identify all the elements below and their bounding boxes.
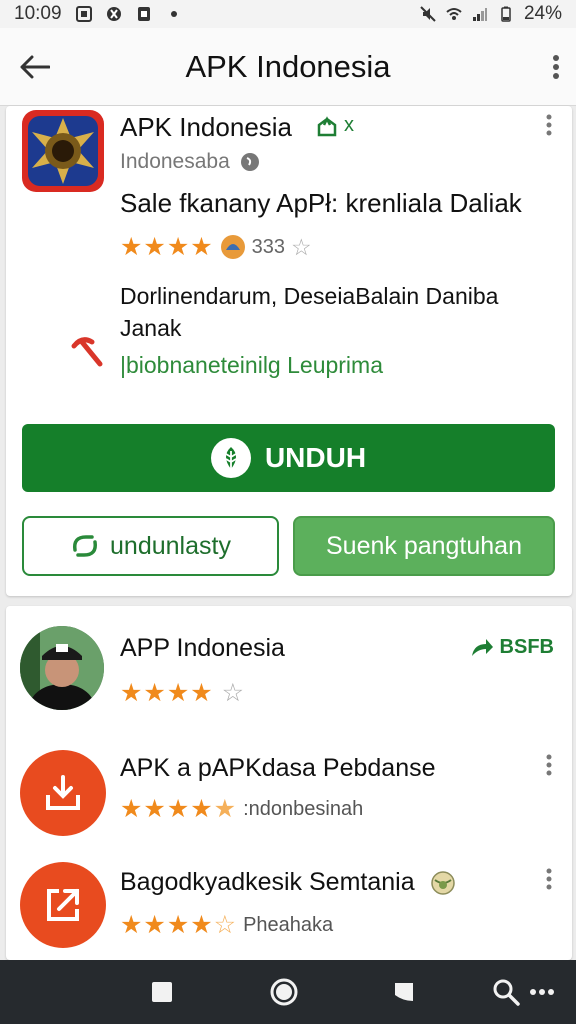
list-item[interactable]: APP Indonesia BSFB ★★★★ ☆ [6,606,572,716]
list-item-subtitle: :ndonbesinah [243,797,364,820]
app-name: APK Indonesia [120,112,293,142]
app-icon[interactable] [22,110,104,192]
file-notification-icon [137,7,150,21]
verified-mark: x [344,114,354,136]
mute-icon [420,6,436,22]
app-link[interactable]: |biobnaneteinilg Leuprima [120,352,383,379]
star-rating: ★★★★☆ [120,911,238,939]
download-button[interactable]: UNDUH [22,424,555,492]
battery-icon [501,6,511,22]
rating-row: ★★★★☆ Pheahaka [120,910,333,940]
list-item-title: Bagodkyadkesik Semtania [120,868,415,896]
empty-star-icon: ☆ [291,233,313,260]
status-time: 10:09 [14,3,62,24]
share-icon [47,889,79,921]
share-app-icon [20,862,106,948]
rating-count: 333 [251,235,286,258]
globe-icon [431,871,455,895]
leaf-icon [210,438,251,478]
pickaxe-icon [71,337,103,367]
developer-row: Indonesaba [120,150,260,174]
star-rating: ★★★★ [120,233,214,261]
star-rating: ★★★★ ☆ [120,679,246,707]
app-bar: APK Indonesia [0,28,576,106]
more-button[interactable] [524,974,560,1010]
developer-name[interactable]: Indonesaba [120,150,230,174]
download-label: UNDUH [264,442,367,473]
card-overflow-button[interactable] [534,110,564,140]
update-label: undunlasty [110,531,231,560]
overflow-menu-button[interactable] [536,28,576,106]
app-notification-icon [106,7,121,21]
status-bar: 10:09 24% [0,0,576,28]
search-icon [493,979,520,1006]
list-item-title: APP Indonesia [120,634,285,662]
avatar [20,626,104,710]
notification-icon [75,6,92,22]
more-vert-icon [553,54,559,79]
app-description: Dorlinendarum, DeseiaBalain Daniba Janak [120,283,499,341]
dot-icon [170,11,177,17]
list-item-title: APK a pAPKdasa Pebdanse [120,754,436,782]
list-item-overflow-button[interactable] [534,750,564,780]
rating-row: ★★★★ 333 ☆ [120,232,313,262]
list-item-subtitle: Pheahaka [243,913,334,936]
circle-icon [270,978,298,1006]
system-nav-bar [0,960,576,1024]
secondary-action-button[interactable]: Suenk pangtuhan [293,516,555,576]
arrow-left-icon [20,55,50,78]
rating-badge-icon [220,235,245,259]
back-nav-button[interactable] [386,974,422,1010]
battery-percent: 24% [523,3,562,24]
badge-label: BSFB [499,636,554,658]
rating-row: ★★★★★ :ndonbesinah [120,794,363,824]
signal-icon [472,8,487,21]
star-rating: ★★★★★ [120,795,238,823]
share-arrow-icon [471,638,493,656]
list-item[interactable]: Bagodkyadkesik Semtania ★★★★☆ Pheahaka [6,838,572,948]
app-list-card: APP Indonesia BSFB ★★★★ ☆ APK a pAPKdasa… [6,606,572,960]
square-icon [152,982,172,1002]
page-title: APK Indonesia [185,48,391,84]
app-tagline: Sale fkanany ApPł: krenliala Daliak [120,188,522,218]
more-vert-icon [546,114,552,136]
secondary-action-label: Suenk pangtuhan [325,531,522,560]
download-app-icon [20,750,106,836]
back-shape-icon [395,983,413,1001]
verified-badge: x [316,114,354,137]
update-button[interactable]: undunlasty [22,516,279,576]
refresh-icon [73,535,98,557]
rating-row: ★★★★ ☆ [120,678,245,708]
list-item[interactable]: APK a pAPKdasa Pebdanse ★★★★★ :ndonbesin… [6,724,572,836]
more-vert-icon [546,868,552,890]
more-vert-icon [546,754,552,776]
home-button[interactable] [266,974,302,1010]
list-item-overflow-button[interactable] [534,864,564,894]
verified-icon [317,115,337,136]
info-globe-icon [240,153,259,171]
featured-app-card: APK Indonesia x Indonesaba Sale fkanany … [6,106,572,596]
app-logo-icon [28,116,98,186]
search-button[interactable] [488,974,524,1010]
recents-button[interactable] [144,974,180,1010]
download-icon [46,775,80,810]
more-horiz-icon [530,989,554,995]
back-button[interactable] [0,28,70,106]
wifi-icon [446,8,462,20]
list-item-badge: BSFB [470,636,554,659]
